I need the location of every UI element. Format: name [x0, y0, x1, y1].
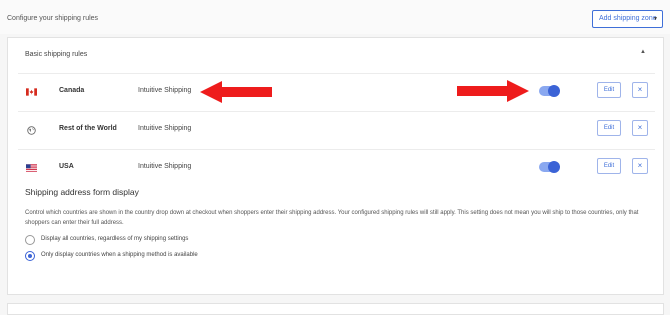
- enable-toggle[interactable]: [539, 161, 560, 173]
- edit-button[interactable]: Edit: [597, 120, 621, 136]
- collapse-icon[interactable]: ▲: [640, 49, 646, 55]
- shipping-rule-row-usa: USA Intuitive Shipping Edit ×: [18, 149, 655, 187]
- country-name: Canada: [59, 87, 85, 94]
- page-title: Configure your shipping rules: [7, 15, 99, 22]
- toggle-knob: [548, 85, 560, 97]
- delete-button[interactable]: ×: [632, 158, 648, 174]
- address-form-title: Shipping address form display: [25, 187, 139, 197]
- delete-button[interactable]: ×: [632, 120, 648, 136]
- shipping-method: Intuitive Shipping: [138, 125, 192, 132]
- card-header[interactable]: Basic shipping rules ▲: [8, 38, 663, 68]
- usa-flag-icon: [26, 164, 37, 172]
- caret-down-icon: ▼: [653, 16, 658, 22]
- shipping-method: Intuitive Shipping: [138, 163, 192, 170]
- annotation-arrow-left-icon: [200, 81, 272, 103]
- add-shipping-zone-label: Add shipping zone: [599, 15, 657, 22]
- country-name: Rest of the World: [59, 125, 117, 132]
- add-shipping-zone-button[interactable]: Add shipping zone ▼: [592, 10, 663, 28]
- enable-toggle[interactable]: [539, 85, 560, 97]
- top-bar: Configure your shipping rules Add shippi…: [0, 0, 670, 34]
- delete-button[interactable]: ×: [632, 82, 648, 98]
- edit-button[interactable]: Edit: [597, 82, 621, 98]
- shipping-rule-row-rest-of-world: Rest of the World Intuitive Shipping Edi…: [18, 111, 655, 149]
- card-title: Basic shipping rules: [25, 51, 88, 58]
- radio-button[interactable]: [25, 235, 35, 245]
- country-name: USA: [59, 163, 74, 170]
- radio-button-selected[interactable]: [25, 251, 35, 261]
- annotation-arrow-right-icon: [457, 80, 529, 102]
- canada-flag-icon: [26, 88, 37, 96]
- shipping-rule-row-canada: Canada Intuitive Shipping Edit ×: [18, 73, 655, 111]
- toggle-knob: [548, 161, 560, 173]
- globe-icon: [27, 126, 36, 135]
- basic-shipping-rules-card: Basic shipping rules ▲ Canada Intuitive …: [7, 37, 664, 295]
- address-form-description: Control which countries are shown in the…: [25, 210, 639, 226]
- radio-label: Display all countries, regardless of my …: [41, 236, 189, 242]
- edit-button[interactable]: Edit: [597, 158, 621, 174]
- next-section-card: [7, 303, 664, 315]
- shipping-method: Intuitive Shipping: [138, 87, 192, 94]
- radio-label: Only display countries when a shipping m…: [41, 252, 198, 258]
